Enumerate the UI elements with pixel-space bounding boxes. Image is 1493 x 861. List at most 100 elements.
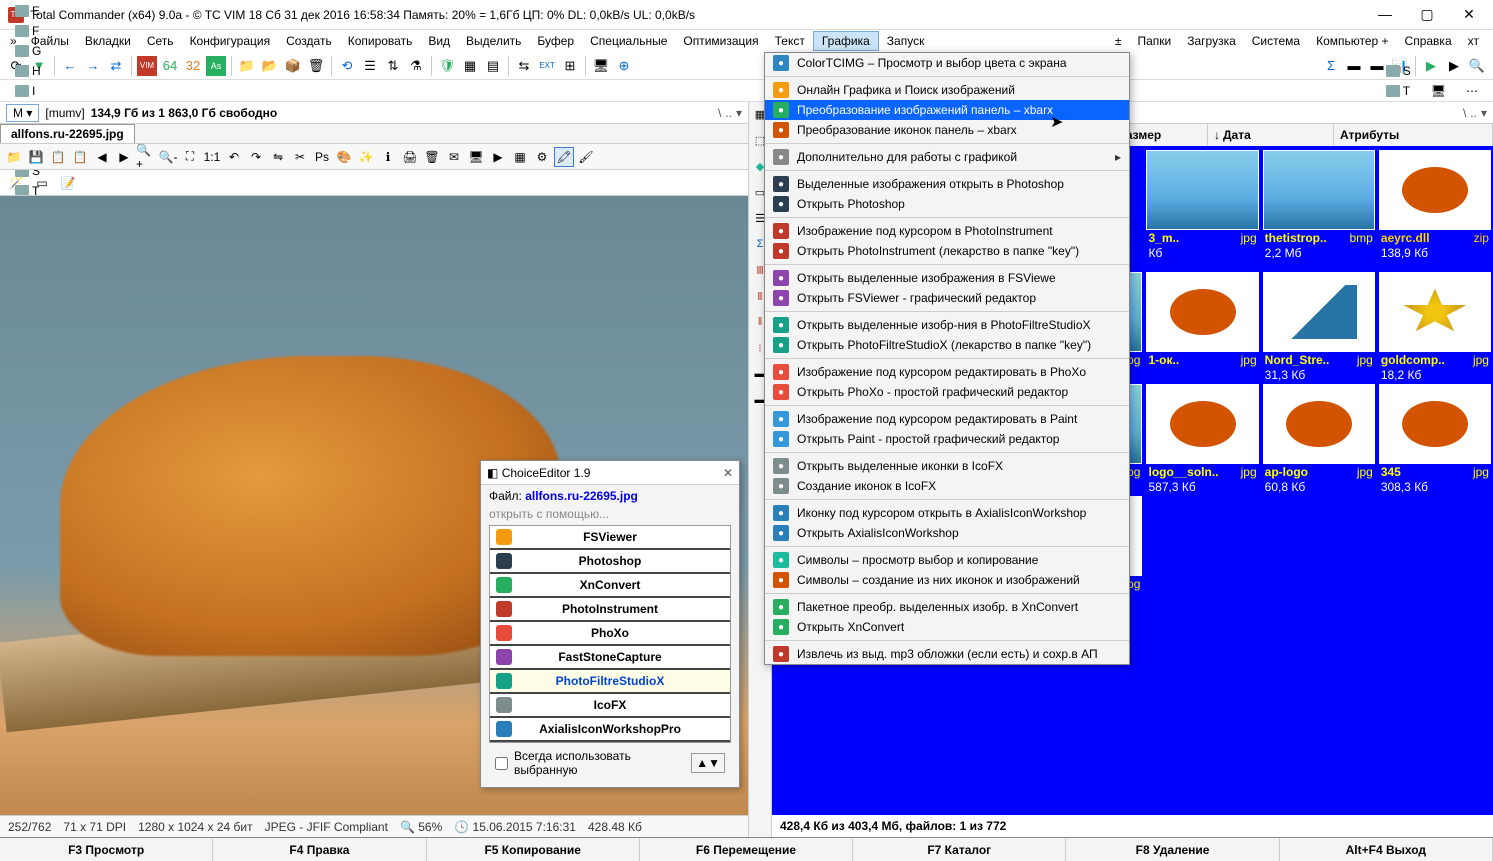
dropdown-item[interactable]: ●Пакетное преобр. выделенных изобр. в Xn… [765,597,1129,617]
vt-cfg-icon[interactable]: ⚙ [532,147,552,167]
vim-icon[interactable]: VIM [137,56,157,76]
path-up-icon[interactable]: .. [725,106,732,120]
menu-выделить[interactable]: Выделить [458,32,529,50]
menu-конфигурация[interactable]: Конфигурация [182,32,279,50]
swap-icon[interactable]: ⇄ [106,56,126,76]
shield-icon[interactable]: 🛡 [437,56,457,76]
search-icon[interactable]: 🔍 [1467,56,1487,76]
vt-mail-icon[interactable]: ✉ [444,147,464,167]
dialog-app-XnConvert[interactable]: XnConvert [490,574,730,598]
folder-icon[interactable]: 📁 [237,56,257,76]
vt-marker-icon[interactable]: 🖍 [554,147,574,167]
menu-копировать[interactable]: Копировать [340,32,421,50]
dropdown-item[interactable]: ●Открыть AxialisIconWorkshop [765,523,1129,543]
dropdown-item[interactable]: ●Открыть Paint - простой графический ред… [765,429,1129,449]
fn-button[interactable]: F7 Каталог [853,838,1066,861]
vt-desk-icon[interactable]: 🖥 [466,147,486,167]
dropdown-item[interactable]: ●Открыть PhoXo - простой графический ред… [765,382,1129,402]
vt-save-icon[interactable]: 💾 [26,147,46,167]
dialog-app-PhotoInstrument[interactable]: PhotoInstrument [490,598,730,622]
dropdown-item[interactable]: ●Изображение под курсором редактировать … [765,409,1129,429]
vt-paste-icon[interactable]: 📋 [70,147,90,167]
drive-T[interactable]: T [1377,81,1420,101]
menu-right-item[interactable]: ± [1107,32,1130,50]
dropdown-item[interactable]: ●Преобразование изображений панель – xba… [765,100,1129,120]
forward-icon[interactable]: → [83,56,103,76]
vt-rotl-icon[interactable]: ↶ [224,147,244,167]
fn-button[interactable]: F4 Правка [213,838,426,861]
dropdown-item[interactable]: ●Изображение под курсором редактировать … [765,362,1129,382]
dialog-app-IcoFX[interactable]: IcoFX [490,694,730,718]
play2-icon[interactable]: ▶ [1444,56,1464,76]
vt-copy-icon[interactable]: 📋 [48,147,68,167]
win-icon[interactable]: ⊞ [560,56,580,76]
menu-right-item[interactable]: хт [1460,32,1487,50]
dropdown-item[interactable]: ●Символы – просмотр выбор и копирование [765,550,1129,570]
bars-icon[interactable]: ▬ [1344,56,1364,76]
dialog-app-Photoshop[interactable]: Photoshop [490,550,730,574]
menu-вкладки[interactable]: Вкладки [77,32,139,50]
vt-del-icon[interactable]: 🗑 [422,147,442,167]
vt-fit-icon[interactable]: ⛶ [180,147,200,167]
dialog-app-PhotoFiltreStudioX[interactable]: PhotoFiltreStudioX [490,670,730,694]
drive-H[interactable]: H [6,61,51,81]
as-icon[interactable]: As [206,56,226,76]
dialog-app-AxialisIconWorkshopPro[interactable]: AxialisIconWorkshopPro [490,718,730,742]
dropdown-item[interactable]: ●Создание иконок в IcoFX [765,476,1129,496]
menu-right-item[interactable]: Система [1244,32,1308,50]
vt-print-icon[interactable]: 🖨 [400,147,420,167]
col-attr[interactable]: Атрибуты [1334,124,1493,146]
dropdown-item[interactable]: ●Символы – создание из них иконок и изоб… [765,570,1129,590]
vt-fx-icon[interactable]: ✨ [356,147,376,167]
vt-ps-icon[interactable]: Ps [312,147,332,167]
menu-графика[interactable]: Графика [813,31,879,51]
x32-icon[interactable]: 32 [183,56,203,76]
vt-brush-icon[interactable]: 🖌 [576,147,596,167]
target-icon[interactable]: ⊕ [614,56,634,76]
dropdown-item[interactable]: ●Извлечь из выд. mp3 обложки (если есть)… [765,644,1129,664]
col-date[interactable]: ↓Дата [1208,124,1334,146]
vt-slide-icon[interactable]: ▶ [488,147,508,167]
fn-button[interactable]: F8 Удаление [1066,838,1279,861]
dropdown-item[interactable]: ●Онлайн Графика и Поиск изображений [765,80,1129,100]
trash-icon[interactable]: 🗑 [306,56,326,76]
path-menu-icon[interactable]: ▾ [1481,106,1487,120]
arrows-icon[interactable]: ⇆ [514,56,534,76]
menu-оптимизация[interactable]: Оптимизация [675,32,766,50]
dropdown-item[interactable]: ●Выделенные изображения открыть в Photos… [765,174,1129,194]
vt-zoomout-icon[interactable]: 🔍- [158,147,178,167]
vt-crop-icon[interactable]: ✂ [290,147,310,167]
vs-text-icon[interactable]: 📝 [58,173,78,193]
vt-rotr-icon[interactable]: ↷ [246,147,266,167]
vt-prev-icon[interactable]: ◀ [92,147,112,167]
menu-буфер[interactable]: Буфер [529,32,582,50]
thumbnail[interactable]: 1-ок..jpg [1146,272,1258,382]
drive-selector[interactable]: M ▾ [6,104,39,122]
menu-сеть[interactable]: Сеть [139,32,182,50]
thumbnail[interactable]: 3_m..jpgКб [1146,150,1258,270]
thumbnail[interactable]: logo__soln..jpg587,3 Кб [1146,384,1258,494]
dropdown-item[interactable]: ●Открыть выделенные изобр-ния в PhotoFil… [765,315,1129,335]
drive-S[interactable]: S [1377,61,1420,81]
box-icon[interactable]: 📦 [283,56,303,76]
path-menu-icon[interactable]: ▾ [736,106,742,120]
dropdown-item[interactable]: ●Открыть выделенные изображения в FSView… [765,268,1129,288]
filter-icon[interactable]: ⚗ [406,56,426,76]
drive-dots[interactable]: ⋯ [1457,81,1487,101]
vs-wand-icon[interactable]: 🪄 [6,173,26,193]
folder2-icon[interactable]: 📂 [260,56,280,76]
drive-F[interactable]: F [6,21,51,41]
sync-icon[interactable]: ⟲ [337,56,357,76]
fn-button[interactable]: F5 Копирование [427,838,640,861]
list-icon[interactable]: ☰ [360,56,380,76]
vt-grid-icon[interactable]: ▦ [510,147,530,167]
fn-button[interactable]: F6 Перемещение [640,838,853,861]
thumbnail[interactable]: thetistrop..bmp2,2 Мб [1263,150,1375,270]
dialog-app-PhoXo[interactable]: PhoXo [490,622,730,646]
dropdown-item[interactable]: ●Изображение под курсором в PhotoInstrum… [765,221,1129,241]
dialog-spinner[interactable]: ▲▼ [691,753,725,773]
vt-folder-icon[interactable]: 📁 [4,147,24,167]
dropdown-item[interactable]: ●Дополнительно для работы с графикой▸ [765,147,1129,167]
dropdown-item[interactable]: ●Иконку под курсором открыть в AxialisIc… [765,503,1129,523]
thumbnail[interactable]: Nord_Stre..jpg31,3 Кб [1263,272,1375,382]
